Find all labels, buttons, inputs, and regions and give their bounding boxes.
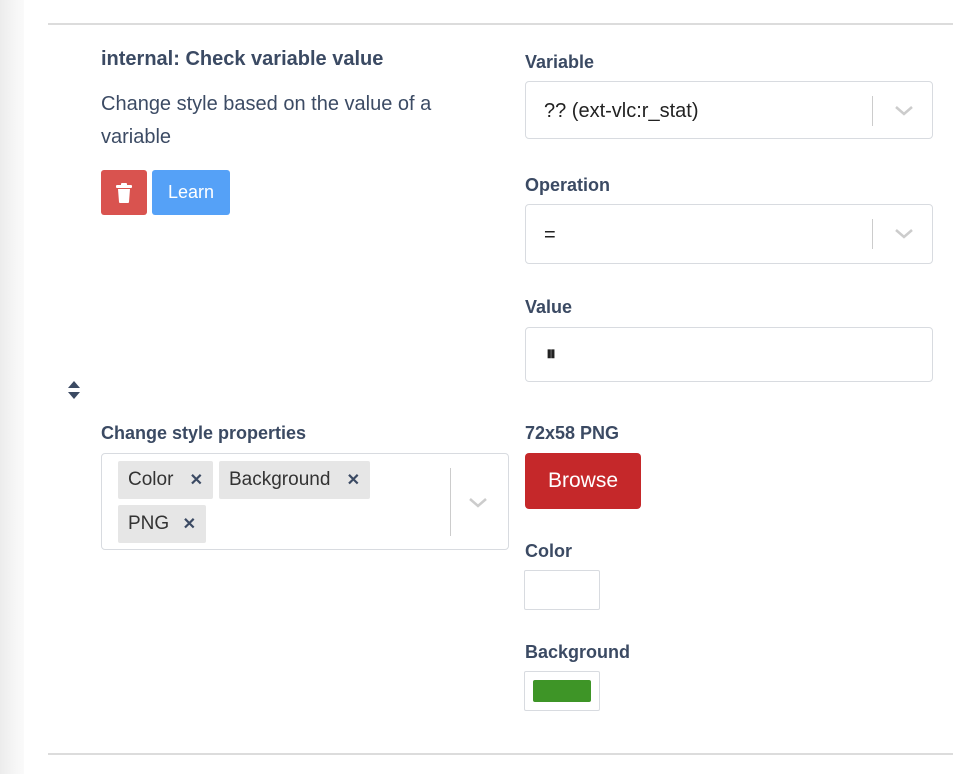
variable-label: Variable	[525, 52, 595, 72]
divider-bottom	[48, 753, 953, 755]
left-panel-edge	[0, 0, 24, 774]
value-input[interactable]: ⏸	[525, 327, 933, 382]
delete-feedback-button[interactable]	[101, 170, 147, 215]
select-separator	[872, 96, 873, 126]
chip-color: Color ✕	[118, 461, 213, 499]
learn-button[interactable]: Learn	[152, 170, 230, 215]
chevron-down-icon[interactable]	[468, 494, 488, 510]
chip-label: Background	[229, 469, 331, 490]
value-input-text: ⏸	[546, 343, 556, 365]
operation-select-value: =	[544, 224, 556, 246]
color-label: Color	[525, 541, 572, 561]
select-separator	[872, 219, 873, 249]
background-swatch	[533, 680, 591, 702]
chip-label: Color	[128, 469, 174, 490]
trash-icon	[116, 182, 132, 203]
operation-label: Operation	[525, 175, 611, 195]
color-swatch	[533, 579, 591, 601]
browse-button[interactable]: Browse	[525, 453, 641, 509]
chevron-down-icon[interactable]	[894, 225, 914, 241]
value-label: Value	[525, 297, 573, 317]
background-label: Background	[525, 642, 631, 662]
operation-select[interactable]: =	[525, 204, 933, 264]
background-picker[interactable]	[524, 671, 600, 711]
feedback-name: internal: Check variable value	[101, 48, 384, 70]
divider-top	[48, 23, 953, 25]
chip-background: Background ✕	[219, 461, 370, 499]
feedback-description: Change style based on the value of a var…	[101, 93, 432, 148]
remove-chip-icon[interactable]: ✕	[182, 470, 213, 490]
color-picker[interactable]	[524, 570, 600, 610]
variable-select[interactable]: ?? (ext-vlc:r_stat)	[525, 81, 933, 139]
chip-label: PNG	[128, 513, 170, 534]
select-separator	[450, 468, 451, 536]
chevron-down-icon[interactable]	[894, 102, 914, 118]
style-properties-multiselect[interactable]: Color ✕ Background ✕ PNG ✕	[101, 453, 509, 550]
sort-handle-icon[interactable]	[67, 380, 81, 405]
remove-chip-icon[interactable]: ✕	[175, 514, 206, 534]
remove-chip-icon[interactable]: ✕	[339, 470, 370, 490]
chip-png: PNG ✕	[118, 505, 206, 543]
png-label: 72x58 PNG	[525, 423, 620, 443]
style-properties-label: Change style properties	[101, 423, 307, 443]
variable-select-value: ?? (ext-vlc:r_stat)	[544, 100, 699, 122]
